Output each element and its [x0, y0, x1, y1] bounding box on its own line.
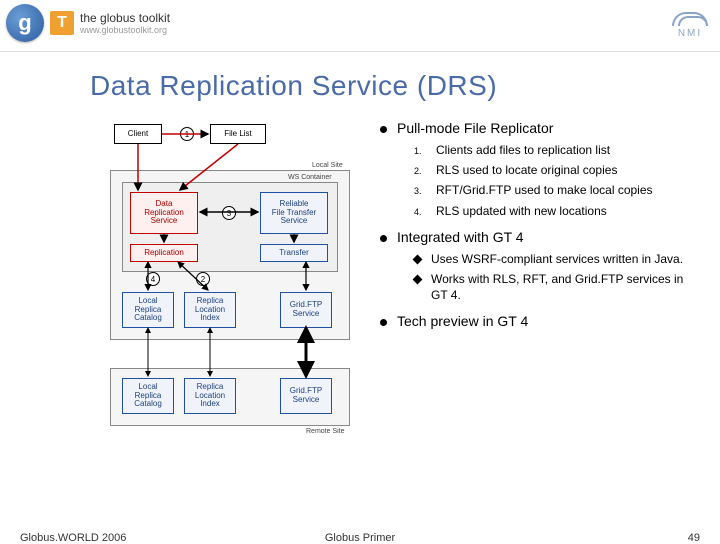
bullet-2-head: Integrated with GT 4	[397, 229, 524, 245]
diamond-icon	[413, 254, 423, 264]
architecture-diagram: Client File List 1 Local Site WS Contain…	[100, 120, 360, 460]
diagram-lrc: Local Replica Catalog	[122, 292, 174, 328]
diamond-icon	[413, 274, 423, 284]
bullet-1-head: Pull-mode File Replicator	[397, 120, 553, 136]
footer-right: 49	[688, 532, 700, 544]
bullet-1: Pull-mode File Replicator 1.Clients add …	[380, 120, 700, 219]
diagram-replication: Replication	[130, 244, 198, 262]
bullet-3-head: Tech preview in GT 4	[397, 313, 528, 329]
diagram-lrc2: Local Replica Catalog	[122, 378, 174, 414]
nmi-swoosh-icon	[672, 12, 708, 26]
bullet-2-item-2: Works with RLS, RFT, and Grid.FTP servic…	[414, 271, 700, 303]
diagram-remote-site-label: Remote Site	[306, 428, 345, 435]
footer-center: Globus Primer	[325, 532, 395, 544]
diagram-client: Client	[114, 124, 162, 144]
diagram-gridftp2: Grid.FTP Service	[280, 378, 332, 414]
bullet-3: Tech preview in GT 4	[380, 313, 700, 329]
bullet-2: Integrated with GT 4 Uses WSRF-compliant…	[380, 229, 700, 304]
header: g T the globus toolkit www.globustoolkit…	[0, 0, 720, 52]
diagram-callout-2: 2	[196, 272, 210, 286]
toolkit-url: www.globustoolkit.org	[80, 25, 170, 35]
globus-t-icon: T	[50, 11, 74, 35]
diagram-drs: Data Replication Service	[130, 192, 198, 234]
bullet-1-item-2: 2.RLS used to locate original copies	[414, 162, 700, 178]
bullet-1-item-4: 4.RLS updated with new locations	[414, 203, 700, 219]
diagram-filelist: File List	[210, 124, 266, 144]
diagram-callout-3: 3	[222, 206, 236, 220]
content: Client File List 1 Local Site WS Contain…	[0, 120, 720, 460]
diagram-rli: Replica Location Index	[184, 292, 236, 328]
diagram-rft: Reliable File Transfer Service	[260, 192, 328, 234]
bullet-1-item-1: 1.Clients add files to replication list	[414, 142, 700, 158]
diagram-transfer: Transfer	[260, 244, 328, 262]
globus-logo: g T the globus toolkit www.globustoolkit…	[6, 4, 170, 42]
slide-title: Data Replication Service (DRS)	[90, 70, 497, 102]
nmi-logo: NMI	[672, 12, 708, 39]
logo-text: the globus toolkit www.globustoolkit.org	[80, 11, 170, 35]
diagram-callout-1: 1	[180, 127, 194, 141]
bullet-dot-icon	[380, 319, 387, 326]
diagram-ws-container-label: WS Container	[288, 174, 332, 181]
bullet-content: Pull-mode File Replicator 1.Clients add …	[380, 120, 700, 460]
bullet-dot-icon	[380, 126, 387, 133]
toolkit-text: the globus toolkit	[80, 11, 170, 25]
bullet-1-item-3: 3.RFT/Grid.FTP used to make local copies	[414, 182, 700, 198]
nmi-text: NMI	[672, 28, 708, 39]
bullet-2-item-1: Uses WSRF-compliant services written in …	[414, 251, 700, 267]
diagram-gridftp: Grid.FTP Service	[280, 292, 332, 328]
footer-left: Globus.WORLD 2006	[20, 532, 126, 544]
diagram-callout-4: 4	[146, 272, 160, 286]
diagram-local-site-label: Local Site	[312, 162, 343, 169]
globus-g-icon: g	[6, 4, 44, 42]
bullet-dot-icon	[380, 235, 387, 242]
diagram-rli2: Replica Location Index	[184, 378, 236, 414]
